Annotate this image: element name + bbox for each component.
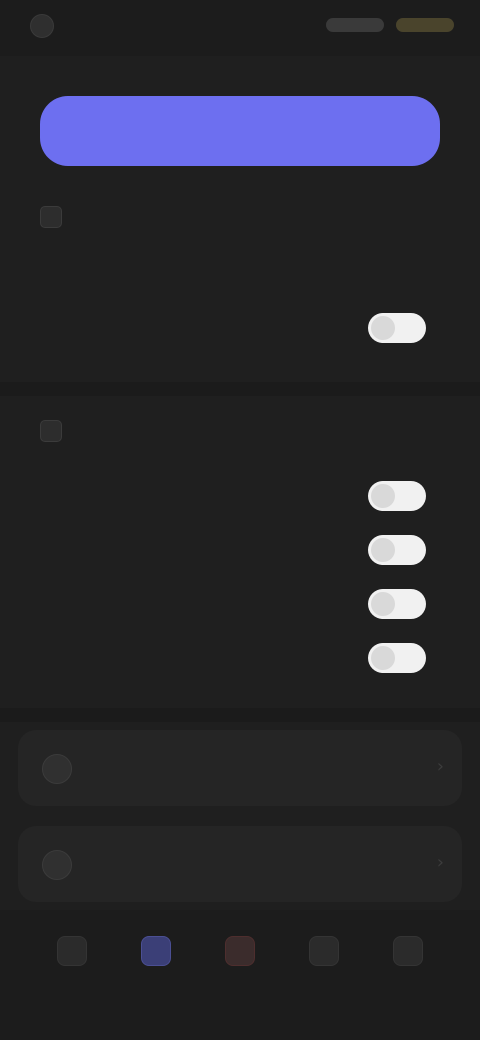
app-root: › › bbox=[0, 0, 480, 1040]
bottom-navigation bbox=[0, 910, 480, 1040]
section-header-1 bbox=[40, 206, 78, 228]
settings-icon bbox=[141, 936, 171, 966]
toggle-switch[interactable] bbox=[368, 535, 426, 565]
settings-row bbox=[40, 308, 440, 348]
section-divider bbox=[0, 708, 480, 722]
home-icon bbox=[57, 936, 87, 966]
section-2-icon bbox=[40, 420, 62, 442]
brand-logo-icon bbox=[30, 14, 54, 38]
panel-content bbox=[42, 754, 90, 784]
section-divider bbox=[0, 382, 480, 396]
chevron-right-icon: › bbox=[436, 756, 444, 777]
settings-row[interactable] bbox=[40, 252, 440, 292]
toggle-knob bbox=[371, 592, 395, 616]
profile-icon bbox=[393, 936, 423, 966]
toggle-switch[interactable] bbox=[368, 313, 426, 343]
primary-action-button[interactable] bbox=[40, 96, 440, 166]
panel-icon bbox=[42, 850, 72, 880]
panel-icon bbox=[42, 754, 72, 784]
settings-row bbox=[40, 638, 440, 678]
toggle-switch[interactable] bbox=[368, 643, 426, 673]
brand bbox=[30, 14, 64, 38]
alert-icon bbox=[225, 936, 255, 966]
settings-row bbox=[40, 476, 440, 516]
nav-item-3[interactable] bbox=[208, 936, 272, 1008]
premium-pill[interactable] bbox=[396, 18, 454, 32]
settings-row bbox=[40, 584, 440, 624]
nav-item-4[interactable] bbox=[292, 936, 356, 1008]
toggle-knob bbox=[371, 484, 395, 508]
settings-row bbox=[40, 530, 440, 570]
toggle-switch[interactable] bbox=[368, 589, 426, 619]
status-pill[interactable] bbox=[326, 18, 384, 32]
library-icon bbox=[309, 936, 339, 966]
section-1-icon bbox=[40, 206, 62, 228]
section-header-2 bbox=[40, 420, 78, 442]
top-bar bbox=[0, 0, 480, 56]
settings-panel[interactable]: › bbox=[18, 826, 462, 902]
toggle-knob bbox=[371, 538, 395, 562]
toggle-switch[interactable] bbox=[368, 481, 426, 511]
nav-item-2[interactable] bbox=[124, 936, 188, 1008]
settings-panel[interactable]: › bbox=[18, 730, 462, 806]
toggle-knob bbox=[371, 646, 395, 670]
top-right-controls bbox=[326, 18, 454, 32]
chevron-right-icon: › bbox=[436, 852, 444, 873]
nav-item-1[interactable] bbox=[40, 936, 104, 1008]
panel-content bbox=[42, 850, 90, 880]
nav-item-5[interactable] bbox=[376, 936, 440, 1008]
bottom-nav-items bbox=[40, 936, 440, 1008]
toggle-knob bbox=[371, 316, 395, 340]
